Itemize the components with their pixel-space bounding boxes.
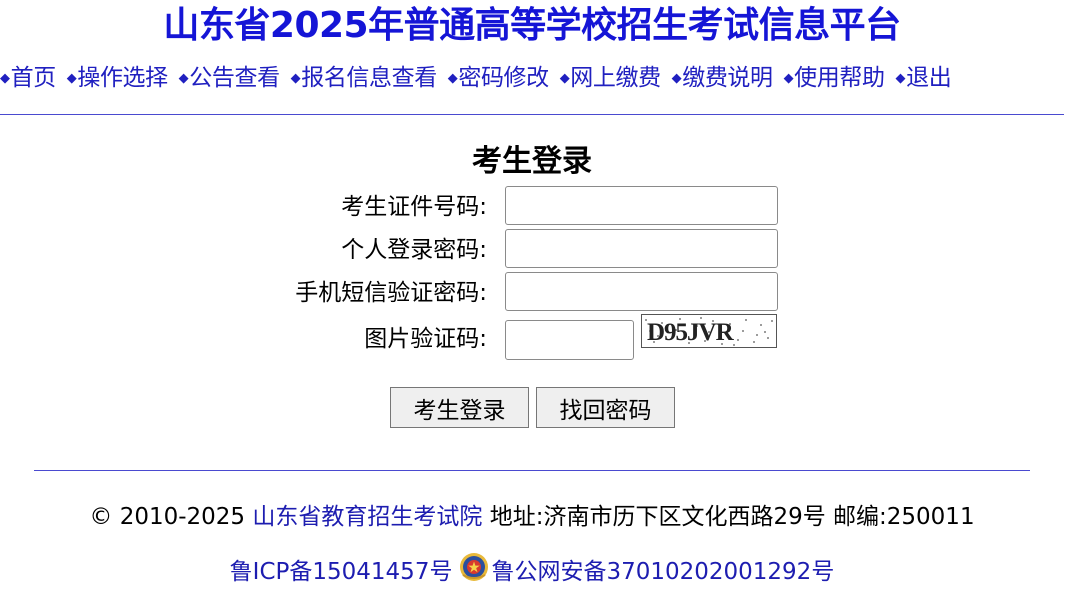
id-number-label: 考生证件号码:	[341, 194, 487, 220]
org-link[interactable]: 山东省教育招生考试院	[252, 504, 482, 530]
recover-password-button[interactable]: 找回密码	[536, 387, 675, 428]
page: 山东省2025年普通高等学校招生考试信息平台 ◆首页 ◆操作选择 ◆公告查看 ◆…	[0, 0, 1080, 595]
captcha-image[interactable]: D95JVR	[641, 314, 777, 348]
diamond-bullet-icon: ◆	[783, 71, 794, 86]
main-nav: ◆首页 ◆操作选择 ◆公告查看 ◆报名信息查看 ◆密码修改 ◆网上缴费 ◆缴费说…	[0, 62, 1080, 94]
footer-info: © 2010-2025 山东省教育招生考试院 地址:济南市历下区文化西路29号 …	[0, 501, 1064, 533]
sms-code-label: 手机短信验证密码:	[295, 280, 487, 306]
diamond-bullet-icon: ◆	[895, 71, 906, 86]
diamond-bullet-icon: ◆	[559, 71, 570, 86]
site-title: 山东省2025年普通高等学校招生考试信息平台	[163, 5, 901, 46]
diamond-bullet-icon: ◆	[671, 71, 682, 86]
captcha-label: 图片验证码:	[364, 326, 487, 352]
captcha-noise-graphic: D95JVR	[645, 317, 773, 346]
copyright-text: © 2010-2025	[89, 504, 246, 530]
sms-code-input[interactable]	[505, 272, 778, 311]
diamond-bullet-icon: ◆	[66, 71, 77, 86]
login-button[interactable]: 考生登录	[390, 387, 529, 428]
footer-records: 鲁ICP备15041457号 鲁公网安备37010202001292号	[0, 551, 1064, 588]
nav-item-change-password[interactable]: ◆密码修改	[448, 62, 549, 95]
icp-record-link[interactable]: 鲁ICP备15041457号	[230, 559, 453, 585]
nav-item-online-payment[interactable]: ◆网上缴费	[560, 62, 661, 95]
diamond-bullet-icon: ◆	[290, 71, 301, 86]
captcha-text: D95JVR	[647, 319, 735, 346]
nav-item-logout[interactable]: ◆退出	[896, 62, 952, 95]
nav-item-payment-instructions[interactable]: ◆缴费说明	[672, 62, 773, 95]
nav-item-home[interactable]: ◆首页	[0, 62, 56, 95]
diamond-bullet-icon: ◆	[0, 71, 10, 86]
address-text: 地址:济南市历下区文化西路29号 邮编:250011	[489, 504, 975, 530]
police-emblem-icon	[458, 551, 490, 583]
nav-item-operation-select[interactable]: ◆操作选择	[67, 62, 168, 95]
captcha-input[interactable]	[505, 320, 634, 360]
diamond-bullet-icon: ◆	[447, 71, 458, 86]
header-divider	[0, 114, 1064, 115]
nav-item-registration-info[interactable]: ◆报名信息查看	[290, 62, 438, 95]
diamond-bullet-icon: ◆	[178, 71, 189, 86]
footer-divider	[34, 470, 1030, 471]
police-record-link[interactable]: 鲁公网安备37010202001292号	[491, 559, 834, 585]
password-input[interactable]	[505, 229, 778, 268]
login-title: 考生登录	[472, 144, 592, 179]
password-label: 个人登录密码:	[341, 237, 487, 263]
nav-item-help[interactable]: ◆使用帮助	[784, 62, 885, 95]
id-number-input[interactable]	[505, 186, 778, 225]
nav-item-announcements[interactable]: ◆公告查看	[179, 62, 280, 95]
